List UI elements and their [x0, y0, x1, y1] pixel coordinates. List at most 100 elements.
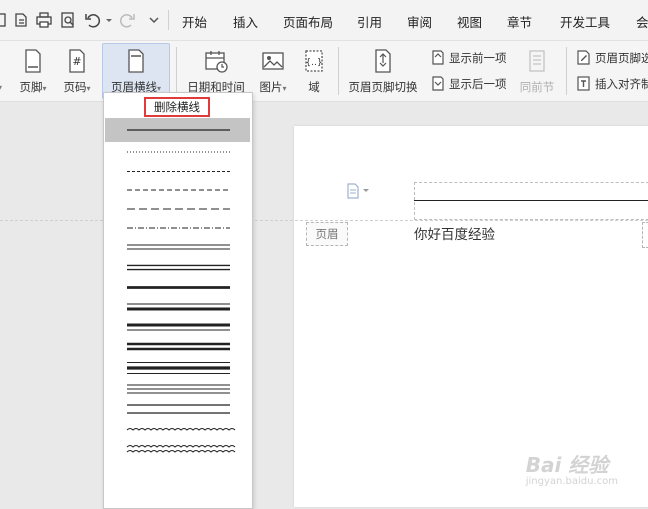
- watermark-url: jingyan.baidu.com: [525, 476, 618, 487]
- tab-review[interactable]: 审阅: [407, 12, 432, 31]
- divider: [338, 47, 339, 95]
- header-line-dropdown: 删除横线: [103, 92, 253, 509]
- export-icon[interactable]: [12, 11, 30, 29]
- line-style-preview: [127, 342, 230, 351]
- divider: [168, 10, 169, 30]
- tab-start[interactable]: 开始: [182, 12, 207, 31]
- footer-button[interactable]: 页脚▾: [14, 44, 52, 96]
- line-style-double-medium[interactable]: [105, 257, 250, 278]
- line-style-thin-thick[interactable]: [105, 297, 250, 317]
- line-style-preview: [127, 171, 230, 172]
- footer-label: 页脚: [19, 80, 43, 94]
- options-icon: [576, 49, 591, 65]
- line-style-preview: [127, 286, 230, 289]
- line-style-thick-solid[interactable]: [105, 278, 250, 297]
- header-footer-options-label: 页眉页脚选: [595, 51, 648, 65]
- print-icon[interactable]: [35, 11, 53, 29]
- show-prev-label: 显示前一项: [449, 51, 507, 65]
- ribbon-prev-item[interactable]: ▾: [0, 44, 6, 96]
- header-tag: 页眉: [306, 222, 348, 246]
- calendar-icon: [203, 48, 229, 74]
- field-button[interactable]: {..} 域: [297, 44, 331, 96]
- line-style-double-thin[interactable]: [105, 237, 250, 257]
- customize-toolbar-icon[interactable]: [145, 11, 159, 29]
- line-style-preview: [127, 189, 230, 191]
- line-style-double-spaced[interactable]: [105, 399, 250, 419]
- line-style-wavy[interactable]: [105, 419, 250, 439]
- line-style-preview: [126, 445, 236, 453]
- header-line-icon: [123, 48, 149, 74]
- body-text[interactable]: 你好百度经验: [414, 223, 495, 243]
- line-style-preview: [127, 244, 230, 250]
- line-style-preview: [127, 361, 230, 375]
- line-style-preview: [127, 129, 230, 131]
- line-style-preview: [127, 208, 230, 210]
- show-next-label: 显示后一项: [449, 77, 507, 91]
- line-style-dash-long[interactable]: [105, 199, 250, 219]
- line-style-dash-short[interactable]: [105, 162, 250, 181]
- line-style-thick-double[interactable]: [105, 337, 250, 357]
- date-time-button[interactable]: 日期和时间: [184, 44, 248, 96]
- line-style-preview: [127, 303, 230, 311]
- delete-line-option[interactable]: 删除横线: [144, 97, 210, 117]
- line-style-preview: [127, 151, 230, 153]
- header-line: [414, 200, 648, 201]
- top-bar: 开始 插入 页面布局 引用 审阅 视图 章节 开发工具 会: [0, 0, 648, 41]
- tab-chapter[interactable]: 章节: [507, 12, 532, 31]
- page-number-icon: #: [64, 48, 90, 74]
- svg-text:#: #: [72, 55, 81, 68]
- same-as-prev-button: 同前节: [514, 44, 560, 96]
- field-label: 域: [308, 80, 320, 94]
- divider: [566, 47, 567, 95]
- header-line-button[interactable]: 页眉横线▾: [102, 43, 170, 99]
- tab-developer[interactable]: 开发工具: [560, 12, 610, 31]
- header-right-tag: [642, 222, 648, 248]
- watermark-logo: Bai 经验: [525, 453, 609, 477]
- show-next-icon: [430, 75, 445, 91]
- line-style-double-wavy[interactable]: [105, 439, 250, 459]
- same-as-prev-icon: [524, 48, 550, 74]
- align-tab-icon: [576, 75, 591, 91]
- line-style-preview: [127, 404, 230, 414]
- svg-text:{..}: {..}: [305, 58, 322, 68]
- divider: [176, 47, 177, 95]
- picture-label: 图片: [259, 80, 283, 94]
- undo-dropdown-icon[interactable]: [100, 11, 112, 29]
- tab-page-layout[interactable]: 页面布局: [283, 12, 333, 31]
- line-style-triple-thin[interactable]: [105, 379, 250, 399]
- file-icon[interactable]: [0, 11, 10, 29]
- tab-references[interactable]: 引用: [357, 12, 382, 31]
- footer-icon: [20, 48, 46, 74]
- print-preview-icon[interactable]: [59, 11, 77, 29]
- ribbon: ▾ 页脚▾ # 页码▾ 页眉横线▾ 日期和时间 图片▾ {..}: [0, 41, 648, 102]
- same-as-prev-label: 同前节: [519, 80, 555, 94]
- insert-align-tab-label: 插入对齐制: [595, 77, 648, 91]
- page-number-label: 页码: [63, 80, 87, 94]
- watermark: Bai 经验 jingyan.baidu.com: [526, 449, 618, 487]
- picture-button[interactable]: 图片▾: [254, 44, 292, 96]
- line-style-preview: [127, 323, 230, 331]
- line-style-dash-dot[interactable]: [105, 219, 250, 237]
- header-options-icon[interactable]: [346, 183, 372, 199]
- line-style-preview: [126, 428, 236, 431]
- page-number-button[interactable]: # 页码▾: [58, 44, 96, 96]
- line-style-preview: [127, 384, 230, 394]
- picture-icon: [260, 48, 286, 74]
- line-style-dash-medium[interactable]: [105, 181, 250, 199]
- show-prev-icon: [430, 49, 445, 65]
- tab-view[interactable]: 视图: [457, 12, 482, 31]
- field-icon: {..}: [301, 48, 327, 74]
- line-style-thick-thin[interactable]: [105, 317, 250, 337]
- line-style-preview: [127, 264, 230, 271]
- tab-insert[interactable]: 插入: [233, 12, 258, 31]
- header-footer-switch-button[interactable]: 页眉页脚切换: [344, 44, 422, 96]
- header-footer-switch-icon: [370, 48, 396, 74]
- line-style-preview: [127, 227, 230, 229]
- line-style-thin-solid[interactable]: [105, 118, 250, 142]
- tab-member[interactable]: 会: [636, 12, 648, 31]
- header-footer-switch-label: 页眉页脚切换: [348, 80, 418, 94]
- header-edit-box[interactable]: [414, 182, 648, 220]
- line-style-dotted-fine[interactable]: [105, 142, 250, 162]
- line-style-triple-mixed[interactable]: [105, 357, 250, 379]
- redo-icon: [118, 11, 136, 29]
